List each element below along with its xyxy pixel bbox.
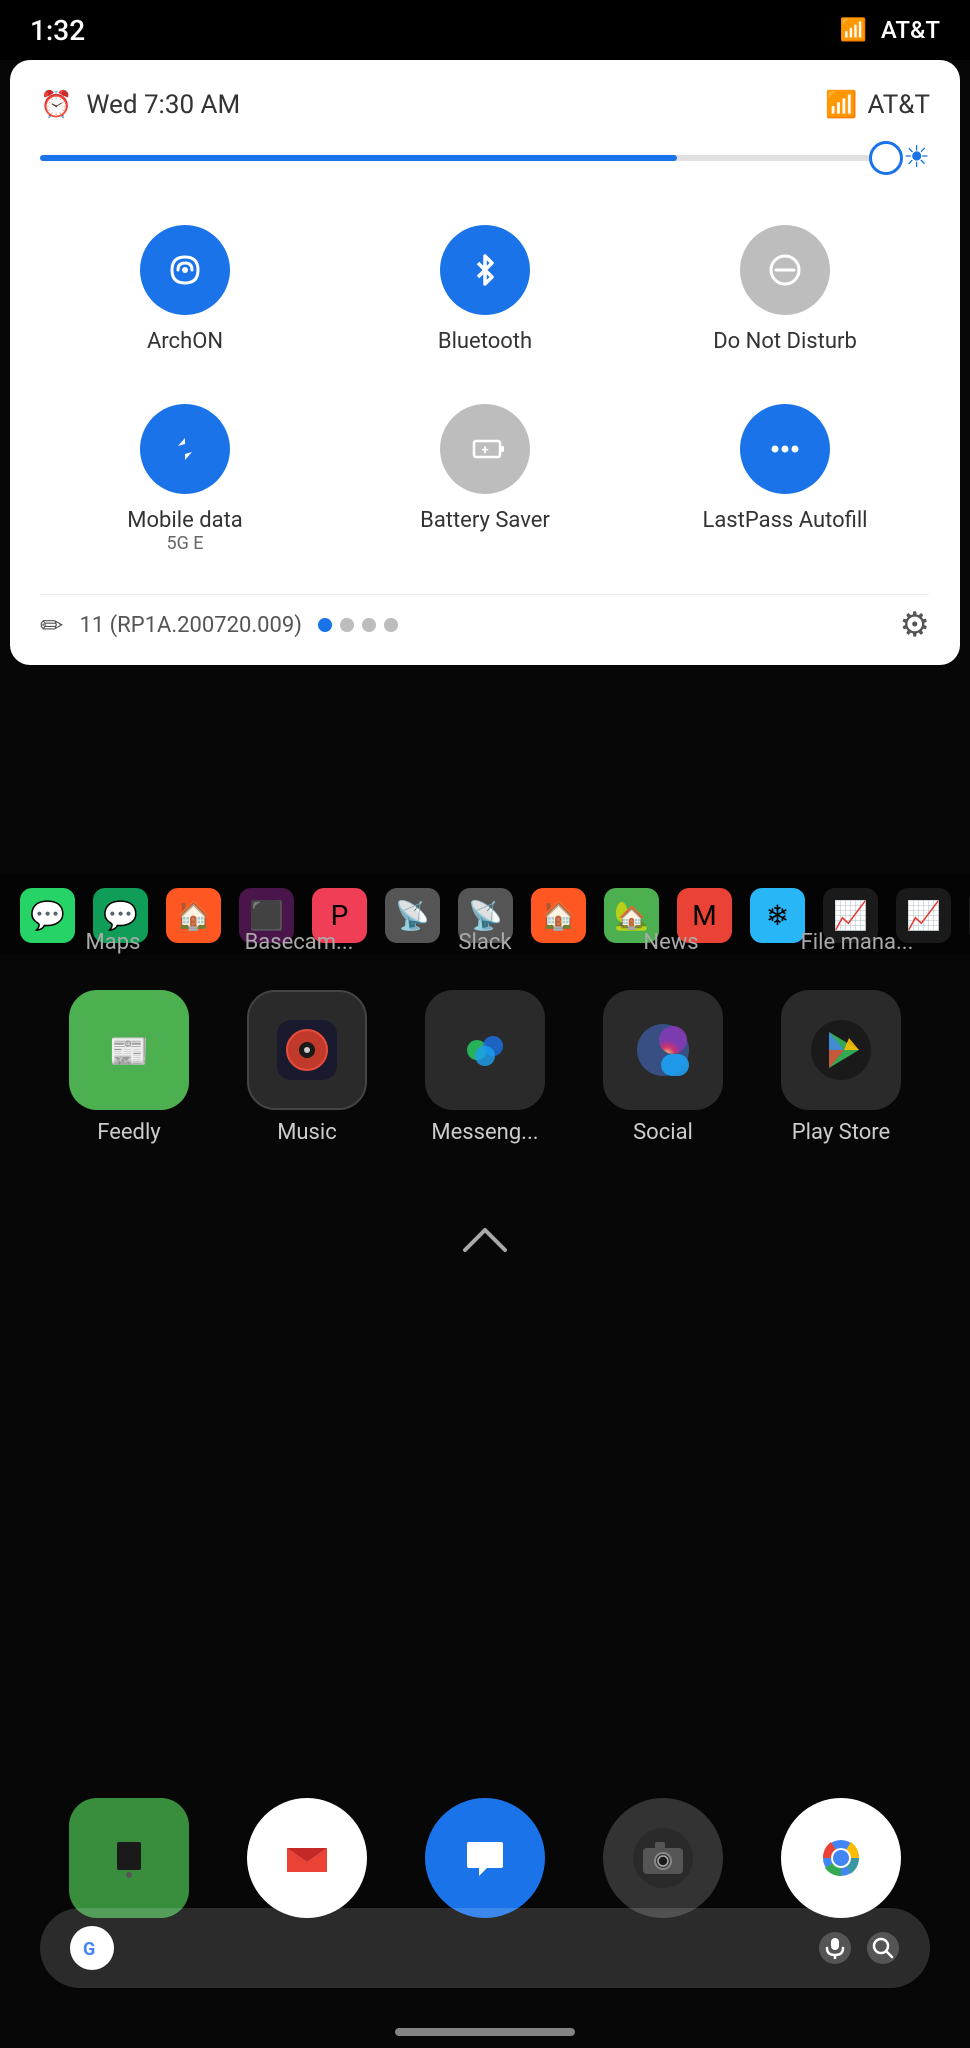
- social-label: Social: [633, 1120, 693, 1145]
- dock-phone[interactable]: [69, 1798, 189, 1918]
- shortcut-slack-label: Slack: [405, 930, 565, 955]
- dock-chrome[interactable]: [781, 1798, 901, 1918]
- lastpass-label: LastPass Autofill: [702, 508, 867, 533]
- archon-icon: [140, 225, 230, 315]
- lens-icon[interactable]: [866, 1931, 900, 1965]
- settings-icon[interactable]: ⚙: [900, 605, 930, 645]
- shortcut-filemanager-label: File mana...: [777, 930, 937, 955]
- shortcut-maps-label: Maps: [33, 930, 193, 955]
- dock-area: [40, 1798, 930, 1918]
- quick-tiles-grid: ArchON Bluetooth Do Not Disturb: [40, 205, 930, 574]
- panel-footer: ✏ 11 (RP1A.200720.009) ⚙: [40, 594, 930, 645]
- tile-archon[interactable]: ArchON: [40, 205, 330, 374]
- music-label: Music: [277, 1120, 337, 1145]
- feedly-label: Feedly: [97, 1120, 160, 1145]
- tile-mobiledata[interactable]: Mobile data 5G E: [40, 384, 330, 574]
- archon-label: ArchON: [147, 329, 223, 354]
- tile-dnd[interactable]: Do Not Disturb: [640, 205, 930, 374]
- carrier-label: AT&T: [881, 16, 940, 44]
- footer-left: ✏ 11 (RP1A.200720.009): [40, 609, 398, 642]
- apps-row-1: 📰 Feedly Music Messeng... Social: [0, 990, 970, 1145]
- home-indicator[interactable]: [395, 2028, 575, 2036]
- dock-messages[interactable]: [425, 1798, 545, 1918]
- notification-time: Wed 7:30 AM: [86, 90, 240, 120]
- status-bar: 1:32 📶 AT&T: [0, 0, 970, 60]
- dot-4: [384, 618, 398, 632]
- svg-text:+: +: [481, 443, 488, 458]
- bluetooth-label: Bluetooth: [438, 329, 532, 354]
- tile-bluetooth[interactable]: Bluetooth: [340, 205, 630, 374]
- mobiledata-label: Mobile data: [127, 508, 242, 533]
- notification-info: ⏰ Wed 7:30 AM: [40, 90, 240, 120]
- mobiledata-icon: [140, 404, 230, 494]
- status-time: 1:32: [30, 14, 85, 47]
- mic-icon[interactable]: [818, 1931, 852, 1965]
- quick-settings-panel: ⏰ Wed 7:30 AM 📶 AT&T ☀ ArchON: [10, 60, 960, 665]
- google-logo: G: [70, 1926, 114, 1970]
- notification-row: ⏰ Wed 7:30 AM 📶 AT&T: [40, 90, 930, 120]
- app-music[interactable]: Music: [247, 990, 367, 1145]
- lastpass-icon: [740, 404, 830, 494]
- alarm-icon: ⏰: [40, 90, 72, 120]
- svg-text:📰: 📰: [109, 1032, 149, 1070]
- dot-2: [340, 618, 354, 632]
- dot-3: [362, 618, 376, 632]
- dnd-icon: [740, 225, 830, 315]
- messenger-label: Messeng...: [431, 1120, 538, 1145]
- apps-grid: 📰 Feedly Music Messeng... Social: [0, 960, 970, 1145]
- dnd-label: Do Not Disturb: [713, 329, 857, 354]
- mobiledata-sublabel: 5G E: [127, 533, 242, 554]
- bluetooth-icon: [440, 225, 530, 315]
- carrier-name: AT&T: [867, 90, 930, 120]
- edit-icon[interactable]: ✏: [40, 609, 63, 642]
- app-playstore[interactable]: Play Store: [781, 990, 901, 1145]
- app-social[interactable]: Social: [603, 990, 723, 1145]
- dock-gmail[interactable]: [247, 1798, 367, 1918]
- brightness-track[interactable]: [40, 155, 889, 161]
- playstore-label: Play Store: [792, 1120, 890, 1145]
- brightness-thumb[interactable]: [869, 141, 903, 175]
- search-bar[interactable]: G: [40, 1908, 930, 1988]
- svg-text:G: G: [83, 1939, 95, 1960]
- app-messenger[interactable]: Messeng...: [425, 990, 545, 1145]
- brightness-slider-container[interactable]: ☀: [40, 140, 930, 175]
- batterysaver-icon: +: [440, 404, 530, 494]
- signal-bars-icon: 📶: [825, 90, 857, 120]
- batterysaver-label: Battery Saver: [420, 508, 550, 533]
- dock-camera[interactable]: [603, 1798, 723, 1918]
- shortcut-basecamp-label: Basecam...: [219, 930, 379, 955]
- carrier-info: 📶 AT&T: [825, 90, 930, 120]
- dot-1: [318, 618, 332, 632]
- top-app-labels: Maps Basecam... Slack News File mana...: [0, 930, 970, 955]
- shortcut-news-label: News: [591, 930, 751, 955]
- brightness-fill: [40, 155, 677, 161]
- app-drawer-handle[interactable]: [455, 1220, 515, 1264]
- tile-batterysaver[interactable]: + Battery Saver: [340, 384, 630, 574]
- signal-icon: 📶: [840, 18, 867, 43]
- page-dots: [318, 618, 398, 632]
- brightness-icon: ☀: [903, 140, 930, 175]
- app-feedly[interactable]: 📰 Feedly: [69, 990, 189, 1145]
- tile-lastpass[interactable]: LastPass Autofill: [640, 384, 930, 574]
- build-version: 11 (RP1A.200720.009): [79, 613, 301, 638]
